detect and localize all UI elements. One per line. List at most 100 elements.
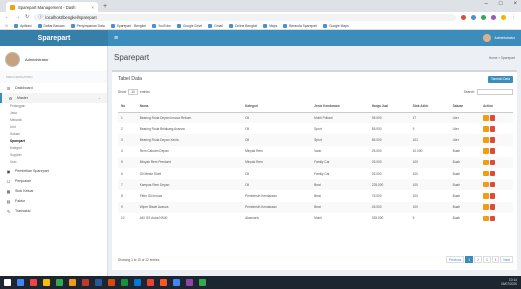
pagination-button[interactable]: 2 (474, 256, 482, 263)
delete-icon[interactable] (489, 159, 495, 166)
extension-icon[interactable] (491, 14, 496, 20)
edit-icon[interactable] (483, 215, 489, 222)
tab-close-icon[interactable]: × (92, 5, 94, 10)
delete-icon[interactable] (489, 137, 495, 143)
user-menu[interactable]: Administrator (483, 34, 515, 42)
entries-select[interactable]: 10 (128, 89, 138, 95)
column-header[interactable]: Satuan (449, 100, 480, 113)
bookmark-item[interactable]: Beranda Sparepart (283, 23, 317, 28)
sidebar-toggle-icon[interactable]: ≡ (114, 35, 118, 42)
sidebar-item[interactable]: ⚙ Master ⌄ (0, 93, 107, 103)
sidebar-subitem[interactable]: Kategori (0, 145, 107, 152)
delete-icon[interactable] (489, 126, 495, 132)
delete-icon[interactable] (489, 215, 495, 222)
pagination-button[interactable]: Next (500, 256, 513, 263)
delete-icon[interactable] (489, 204, 495, 210)
sidebar-subitem[interactable]: Pelanggan (0, 103, 107, 110)
taskbar-app-icon[interactable] (186, 279, 193, 286)
extension-icon[interactable] (461, 14, 466, 20)
taskbar-app-icon[interactable] (160, 279, 167, 286)
bookmark-item[interactable]: YouTube (151, 23, 171, 28)
forward-icon[interactable]: → (15, 14, 20, 20)
taskbar-app-icon[interactable] (147, 279, 154, 286)
reload-icon[interactable]: ↻ (25, 14, 29, 20)
sidebar-subitem[interactable]: Unit (0, 124, 107, 131)
sidebar-subitem[interactable]: Mekanik (0, 117, 107, 124)
edit-icon[interactable] (483, 148, 489, 154)
edit-icon[interactable] (483, 159, 489, 166)
taskbar-app-icon[interactable] (82, 279, 89, 286)
column-header[interactable]: Harga Jual (368, 100, 410, 113)
column-header[interactable]: Jenis Kendaraan (311, 100, 369, 113)
windows-start-icon[interactable] (4, 279, 11, 286)
edit-icon[interactable] (483, 170, 489, 177)
taskbar-app-icon[interactable] (30, 279, 37, 286)
sidebar-subitem[interactable]: Supplier (0, 152, 107, 159)
edit-icon[interactable] (483, 115, 489, 121)
column-header[interactable]: Nama (136, 100, 243, 113)
extension-icon[interactable] (501, 14, 506, 20)
taskbar-app-icon[interactable] (56, 279, 63, 286)
search-input[interactable] (477, 89, 513, 95)
taskbar-app-icon[interactable] (108, 279, 115, 286)
browser-tab[interactable]: Sparepart Management - Dash × (6, 2, 98, 12)
delete-icon[interactable] (489, 148, 495, 154)
address-bar[interactable]: ⓘ localhost/bengkel/sparepart (34, 13, 456, 21)
sidebar-subitem[interactable]: User (0, 159, 107, 166)
bookmark-item[interactable]: Penyimpanan Data (70, 23, 105, 28)
extension-icon[interactable] (471, 14, 476, 20)
bookmark-item[interactable]: Gmail (208, 23, 223, 28)
back-icon[interactable]: ← (5, 14, 10, 20)
extension-icon[interactable] (481, 14, 486, 20)
edit-icon[interactable] (483, 137, 489, 143)
bookmark-item[interactable]: Google Drive (176, 23, 202, 28)
edit-icon[interactable] (483, 126, 489, 132)
sidebar-subitem[interactable]: Sparepart (0, 138, 107, 145)
add-data-button[interactable]: Tambah Data (488, 76, 513, 83)
edit-icon[interactable] (483, 181, 489, 188)
pagination-button[interactable]: 4 (491, 256, 500, 263)
column-header[interactable]: Kategori (242, 100, 312, 113)
new-tab-button[interactable]: + (103, 2, 107, 12)
taskbar-app-icon[interactable] (17, 279, 24, 286)
bookmark-item[interactable]: Maps (263, 23, 277, 28)
column-header[interactable]: No (118, 100, 137, 113)
breadcrumb[interactable]: Home > Sparepart (489, 56, 515, 60)
edit-icon[interactable] (483, 204, 489, 210)
edit-icon[interactable] (483, 193, 489, 199)
pagination-button[interactable]: Previous (445, 256, 465, 263)
taskbar-app-icon[interactable] (134, 279, 141, 286)
bookmark-item[interactable]: Online Bengkel (228, 23, 257, 28)
column-header[interactable]: Action (480, 100, 513, 113)
taskbar-app-icon[interactable] (199, 279, 206, 286)
sidebar-item[interactable]: ✎ Transaksi (0, 206, 107, 216)
delete-icon[interactable] (489, 115, 495, 121)
info-icon[interactable]: ⓘ (38, 14, 42, 20)
delete-icon[interactable] (489, 193, 495, 199)
bookmark-item[interactable]: Aplikasi (14, 23, 32, 28)
sidebar-item[interactable]: ☐ Penjualan (0, 176, 107, 186)
pagination-button[interactable]: 3 (482, 256, 491, 263)
apps-icon[interactable]: ⁝⁝⁝ (5, 24, 8, 28)
bookmark-item[interactable]: Daftar Bacaan (37, 23, 65, 28)
delete-icon[interactable] (489, 170, 495, 177)
taskbar-app-icon[interactable] (121, 279, 128, 286)
column-header[interactable]: Stok Akhir (409, 100, 450, 113)
sidebar-subitem[interactable]: Satuan (0, 131, 107, 138)
sidebar-item[interactable]: ☰ Dashboard (0, 83, 107, 93)
bookmark-item[interactable]: Google Maps (323, 23, 349, 28)
app-logo[interactable]: Sparepart (0, 30, 108, 46)
pagination-button[interactable]: 1 (465, 256, 474, 263)
minimize-icon[interactable]: – (485, 1, 488, 7)
sidebar-item[interactable]: ▣ Pembelian Sparepart (0, 166, 107, 176)
taskbar-app-icon[interactable] (173, 279, 180, 286)
bookmark-item[interactable]: Sparepart - Bengkel (110, 23, 146, 28)
close-window-icon[interactable]: × (513, 1, 517, 7)
sidebar-item[interactable]: ▦ Stok Keluar (0, 186, 107, 196)
maximize-icon[interactable]: □ (499, 1, 503, 7)
taskbar-app-icon[interactable] (95, 279, 102, 286)
taskbar-app-icon[interactable] (69, 279, 76, 286)
sidebar-item[interactable]: ▤ Faktur (0, 196, 107, 206)
delete-icon[interactable] (489, 181, 495, 188)
sidebar-subitem[interactable]: Jasa (0, 110, 107, 117)
